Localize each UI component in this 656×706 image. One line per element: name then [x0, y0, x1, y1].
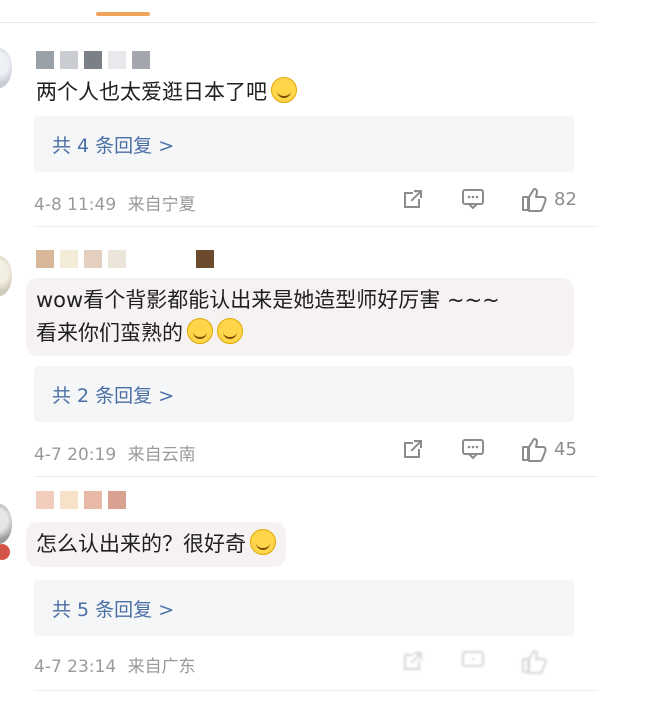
redaction-block: [108, 491, 126, 509]
redaction-block: [60, 250, 78, 268]
redaction-block: [108, 51, 126, 69]
comment-text-content: 两个人也太爱逛日本了吧: [36, 80, 267, 104]
share-button[interactable]: [400, 436, 426, 462]
view-replies-button[interactable]: 共 2 条回复 >: [34, 366, 574, 422]
thumbs-up-icon: [522, 188, 547, 212]
comment-text: 两个人也太爱逛日本了吧: [26, 70, 307, 115]
redaction-block: [60, 491, 78, 509]
timestamp: 4-7 23:14: [34, 657, 117, 677]
like-button[interactable]: 82: [520, 186, 577, 212]
replies-label: 共 4 条回复 >: [52, 134, 175, 157]
comment-meta: 4-7 23:14 来自广东: [34, 652, 196, 677]
laughing-emoji-icon: [250, 529, 276, 555]
replies-label: 共 5 条回复 >: [52, 598, 175, 621]
comment-text-content: 看来你们蛮熟的: [36, 321, 183, 345]
share-icon: [404, 190, 422, 208]
comment-text-line: wow看个背影都能认出来是她造型师好厉害 ~~~: [36, 288, 500, 312]
redaction-block: [108, 250, 126, 268]
share-icon: [404, 440, 422, 458]
timestamp: 4-8 11:49: [34, 195, 117, 215]
comment-text-line: 看来你们蛮熟的: [36, 317, 564, 350]
username-redacted[interactable]: [36, 490, 126, 510]
verified-badge-icon: [0, 544, 10, 560]
thumbs-up-icon: [522, 650, 547, 674]
location: 来自云南: [127, 445, 196, 465]
divider: [34, 690, 598, 691]
comment-icon: [462, 651, 484, 667]
redaction-block: [36, 51, 54, 69]
redaction-block: [132, 51, 150, 69]
redaction-block: [84, 491, 102, 509]
like-count: 45: [554, 438, 577, 460]
redaction-block: [36, 250, 54, 268]
redaction-block: [60, 51, 78, 69]
avatar[interactable]: [0, 48, 12, 88]
avatar[interactable]: [0, 504, 12, 544]
comment-icon: [462, 189, 484, 210]
emoji-icon: [271, 77, 297, 103]
divider: [34, 226, 598, 227]
redaction-block: [84, 250, 102, 268]
comment-button[interactable]: [460, 186, 486, 212]
location: 来自宁夏: [127, 195, 196, 215]
comment-icon: [462, 439, 484, 460]
replies-label: 共 2 条回复 >: [52, 384, 175, 407]
like-button[interactable]: 45: [520, 436, 577, 462]
comment-text: 怎么认出来的？很好奇: [26, 522, 286, 567]
comment-button[interactable]: [460, 436, 486, 462]
redaction-block: [132, 250, 150, 268]
share-button[interactable]: [400, 648, 426, 674]
view-replies-button[interactable]: 共 5 条回复 >: [34, 580, 574, 636]
comment-meta: 4-7 20:19 来自云南: [34, 440, 196, 465]
comment-text: wow看个背影都能认出来是她造型师好厉害 ~~~ 看来你们蛮熟的: [26, 278, 574, 356]
comment-meta: 4-8 11:49 来自宁夏: [34, 190, 196, 215]
timestamp: 4-7 20:19: [34, 445, 117, 465]
comment-text-content: 怎么认出来的？很好奇: [36, 532, 246, 556]
avatar[interactable]: [0, 256, 12, 296]
username-redacted[interactable]: [36, 50, 150, 70]
share-icon: [404, 652, 422, 670]
username-redacted[interactable]: [36, 249, 214, 269]
redaction-block: [196, 250, 214, 268]
comment-actions: 45: [400, 436, 577, 462]
thumbs-up-icon: [522, 438, 547, 462]
redaction-block: [36, 491, 54, 509]
comment-actions: 82: [400, 186, 577, 212]
comment-button[interactable]: [460, 648, 486, 674]
laughing-emoji-icon: [187, 318, 213, 344]
like-count: 82: [554, 188, 577, 210]
divider: [0, 22, 598, 23]
share-button[interactable]: [400, 186, 426, 212]
view-replies-button[interactable]: 共 4 条回复 >: [34, 116, 574, 172]
comment-actions: [400, 648, 548, 674]
like-button[interactable]: [520, 648, 548, 674]
smile-emoji-icon: [217, 318, 243, 344]
redaction-block: [84, 51, 102, 69]
location: 来自广东: [127, 657, 196, 677]
tab-indicator: [96, 12, 150, 16]
divider: [34, 476, 598, 477]
